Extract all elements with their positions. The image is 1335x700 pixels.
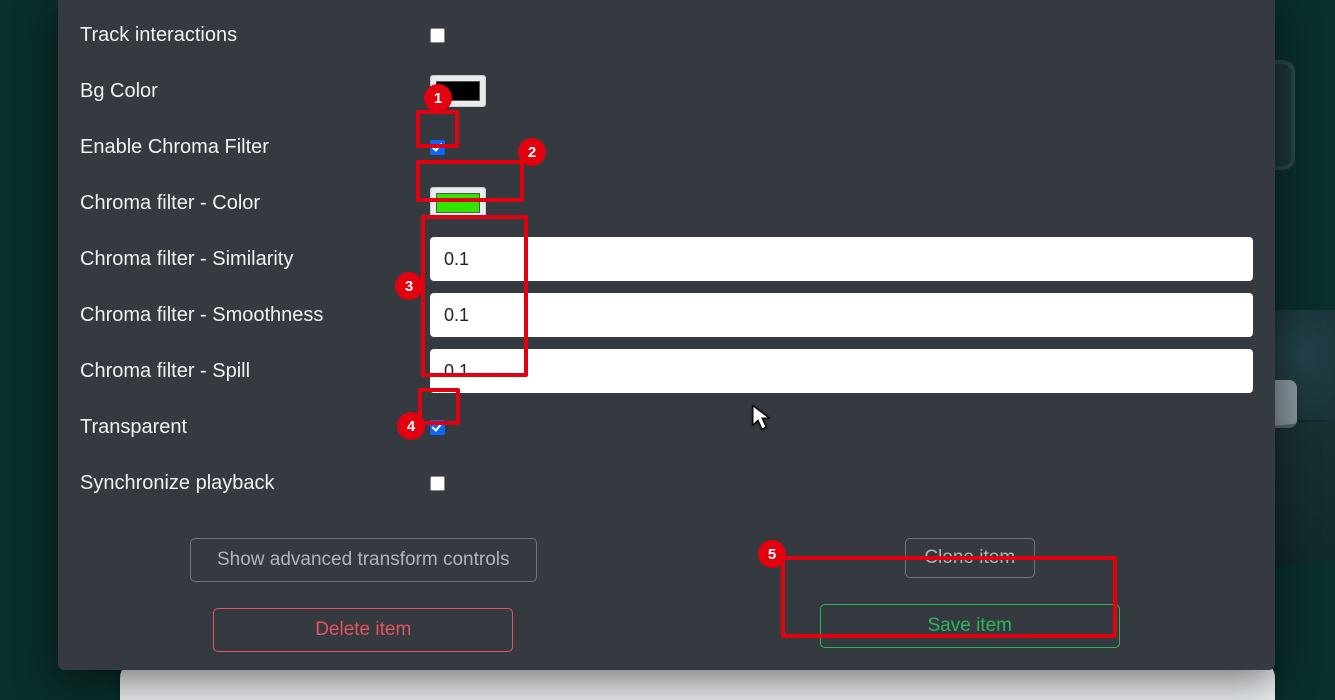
button-col-left: Show advanced transform controls Delete … (80, 538, 647, 652)
label-transparent: Transparent (80, 416, 430, 439)
checkbox-sync-playback[interactable] (430, 476, 445, 491)
row-sync-playback: Synchronize playback (80, 458, 1253, 508)
row-track-interactions: Track interactions (80, 10, 1253, 60)
color-input-bg[interactable] (430, 75, 486, 107)
checkbox-track-interactions[interactable] (430, 28, 445, 43)
delete-item-button[interactable]: Delete item (213, 608, 513, 652)
checkbox-transparent[interactable] (430, 420, 445, 435)
checkbox-enable-chroma[interactable] (430, 140, 445, 155)
label-chroma-color: Chroma filter - Color (80, 192, 430, 215)
input-chroma-similarity[interactable] (430, 237, 1253, 281)
row-chroma-spill: Chroma filter - Spill (80, 346, 1253, 396)
label-enable-chroma: Enable Chroma Filter (80, 136, 430, 159)
row-chroma-color: Chroma filter - Color (80, 178, 1253, 228)
row-enable-chroma: Enable Chroma Filter (80, 122, 1253, 172)
button-col-right: Clone item Save item (687, 538, 1254, 652)
row-chroma-similarity: Chroma filter - Similarity (80, 234, 1253, 284)
swatch-bg-color (436, 81, 480, 101)
label-chroma-spill: Chroma filter - Spill (80, 360, 430, 383)
label-bg-color: Bg Color (80, 80, 430, 103)
row-chroma-smoothness: Chroma filter - Smoothness (80, 290, 1253, 340)
save-item-button[interactable]: Save item (820, 604, 1120, 648)
input-chroma-spill[interactable] (430, 349, 1253, 393)
clone-item-button[interactable]: Clone item (905, 538, 1035, 578)
label-chroma-similarity: Chroma filter - Similarity (80, 248, 430, 271)
row-transparent: Transparent (80, 402, 1253, 452)
color-input-chroma[interactable] (430, 187, 486, 219)
label-sync-playback: Synchronize playback (80, 472, 430, 495)
label-chroma-smoothness: Chroma filter - Smoothness (80, 304, 430, 327)
input-chroma-smoothness[interactable] (430, 293, 1253, 337)
swatch-chroma-color (436, 193, 480, 213)
button-row: Show advanced transform controls Delete … (80, 538, 1253, 652)
label-track-interactions: Track interactions (80, 24, 430, 47)
show-transform-button[interactable]: Show advanced transform controls (190, 538, 537, 582)
row-bg-color: Bg Color (80, 66, 1253, 116)
settings-panel: Track interactions Bg Color Enable Chrom… (58, 0, 1275, 670)
